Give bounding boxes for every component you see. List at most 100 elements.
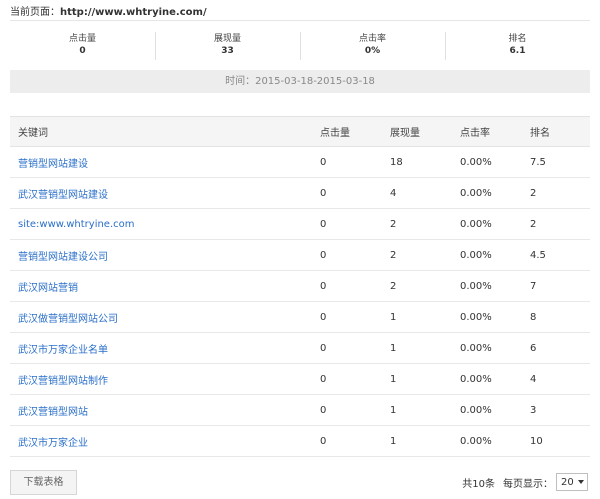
per-page-select[interactable]: 20: [556, 473, 588, 491]
keyword-link[interactable]: 营销型网站建设公司: [18, 252, 108, 263]
total-count: 共10条: [462, 478, 495, 490]
table-row: 营销型网站建设公司 0 2 0.00% 4.5: [10, 239, 590, 271]
keyword-cell: 武汉营销型网站建设: [10, 177, 312, 209]
impressions-cell: 1: [382, 363, 452, 395]
stat-label: 点击率: [358, 34, 386, 44]
keyword-link[interactable]: 营销型网站建设: [18, 159, 88, 170]
ctr-cell: 0.00%: [452, 394, 522, 426]
ctr-cell: 0.00%: [452, 177, 522, 209]
keyword-link[interactable]: 武汉市万家企业: [18, 438, 88, 449]
table-row: 武汉市万家企业名单 0 1 0.00% 6: [10, 332, 590, 364]
keyword-link[interactable]: 武汉营销型网站: [18, 407, 88, 418]
clicks-cell: 0: [312, 239, 382, 271]
impressions-cell: 18: [382, 146, 452, 178]
impressions-cell: 2: [382, 239, 452, 271]
stat-rank: 排名 6.1: [445, 21, 590, 69]
table-row: 武汉做营销型网站公司 0 1 0.00% 8: [10, 301, 590, 333]
current-page-url: http://www.whtryine.com/: [60, 7, 207, 18]
keyword-link[interactable]: site:www.whtryine.com: [18, 219, 135, 230]
summary-stats: 点击量 0 展现量 33 点击率 0% 排名 6.1: [10, 20, 590, 69]
table-row: 武汉营销型网站制作 0 1 0.00% 4: [10, 363, 590, 395]
table-header-row: 关键词 点击量 展现量 点击率 排名: [10, 116, 590, 147]
impressions-cell: 4: [382, 177, 452, 209]
table-row: 武汉市万家企业 0 1 0.00% 10: [10, 425, 590, 457]
table-row: site:www.whtryine.com 0 2 0.00% 2: [10, 208, 590, 240]
current-page-label: 当前页面：: [10, 7, 60, 18]
impressions-cell: 1: [382, 301, 452, 333]
column-header-rank: 排名: [522, 116, 590, 147]
ctr-cell: 0.00%: [452, 301, 522, 333]
stat-label: 展现量: [213, 34, 241, 44]
clicks-cell: 0: [312, 363, 382, 395]
rank-cell: 4.5: [522, 239, 590, 271]
table-row: 武汉网站营销 0 2 0.00% 7: [10, 270, 590, 302]
ctr-cell: 0.00%: [452, 208, 522, 240]
rank-cell: 7.5: [522, 146, 590, 178]
keyword-cell: site:www.whtryine.com: [10, 208, 312, 240]
column-header-ctr: 点击率: [452, 116, 522, 147]
keyword-link[interactable]: 武汉网站营销: [18, 283, 78, 294]
clicks-cell: 0: [312, 332, 382, 364]
impressions-cell: 1: [382, 425, 452, 457]
per-page-label: 每页显示：: [503, 478, 553, 490]
rank-cell: 3: [522, 394, 590, 426]
rank-cell: 4: [522, 363, 590, 395]
stat-value: 0%: [364, 46, 381, 56]
keyword-cell: 营销型网站建设公司: [10, 239, 312, 271]
column-header-impressions: 展现量: [382, 116, 452, 147]
keyword-link[interactable]: 武汉营销型网站建设: [18, 190, 108, 201]
impressions-cell: 1: [382, 394, 452, 426]
keyword-cell: 营销型网站建设: [10, 146, 312, 178]
per-page-value: 20: [561, 476, 574, 488]
ctr-cell: 0.00%: [452, 425, 522, 457]
stat-value: 6.1: [509, 46, 526, 56]
column-header-keyword: 关键词: [10, 116, 312, 147]
clicks-cell: 0: [312, 146, 382, 178]
keyword-cell: 武汉市万家企业名单: [10, 332, 312, 364]
keyword-cell: 武汉营销型网站: [10, 394, 312, 426]
stat-label: 点击量: [68, 34, 96, 44]
stat-impressions: 展现量 33: [155, 21, 300, 69]
clicks-cell: 0: [312, 270, 382, 302]
clicks-cell: 0: [312, 394, 382, 426]
table-row: 武汉营销型网站建设 0 4 0.00% 2: [10, 177, 590, 209]
download-table-button[interactable]: 下载表格: [10, 470, 77, 495]
clicks-cell: 0: [312, 301, 382, 333]
ctr-cell: 0.00%: [452, 239, 522, 271]
keyword-table: 关键词 点击量 展现量 点击率 排名 营销型网站建设 0 18 0.00% 7.5 武汉营…: [10, 116, 590, 457]
table-row: 武汉营销型网站 0 1 0.00% 3: [10, 394, 590, 426]
stat-ctr: 点击率 0%: [300, 21, 445, 69]
rank-cell: 2: [522, 208, 590, 240]
keyword-link[interactable]: 武汉营销型网站制作: [18, 376, 108, 387]
keyword-cell: 武汉网站营销: [10, 270, 312, 302]
stat-clicks: 点击量 0: [10, 21, 155, 69]
keyword-cell: 武汉做营销型网站公司: [10, 301, 312, 333]
clicks-cell: 0: [312, 425, 382, 457]
keyword-cell: 武汉市万家企业: [10, 425, 312, 457]
impressions-cell: 2: [382, 270, 452, 302]
table-row: 营销型网站建设 0 18 0.00% 7.5: [10, 146, 590, 178]
column-header-clicks: 点击量: [312, 116, 382, 147]
clicks-cell: 0: [312, 177, 382, 209]
ctr-cell: 0.00%: [452, 270, 522, 302]
date-range: 时间：2015-03-18-2015-03-18: [10, 70, 590, 93]
rank-cell: 2: [522, 177, 590, 209]
keyword-link[interactable]: 武汉做营销型网站公司: [18, 314, 118, 325]
pagination: 共10条 每页显示： 20: [462, 473, 588, 491]
current-page-line: 当前页面：http://www.whtryine.com/: [10, 3, 207, 18]
ctr-cell: 0.00%: [452, 363, 522, 395]
rank-cell: 8: [522, 301, 590, 333]
impressions-cell: 2: [382, 208, 452, 240]
keyword-cell: 武汉营销型网站制作: [10, 363, 312, 395]
keyword-link[interactable]: 武汉市万家企业名单: [18, 345, 108, 356]
rank-cell: 6: [522, 332, 590, 364]
stat-label: 排名: [508, 34, 527, 44]
stat-value: 33: [221, 46, 234, 56]
chevron-down-icon: [578, 480, 584, 484]
ctr-cell: 0.00%: [452, 332, 522, 364]
rank-cell: 10: [522, 425, 590, 457]
rank-cell: 7: [522, 270, 590, 302]
clicks-cell: 0: [312, 208, 382, 240]
ctr-cell: 0.00%: [452, 146, 522, 178]
impressions-cell: 1: [382, 332, 452, 364]
